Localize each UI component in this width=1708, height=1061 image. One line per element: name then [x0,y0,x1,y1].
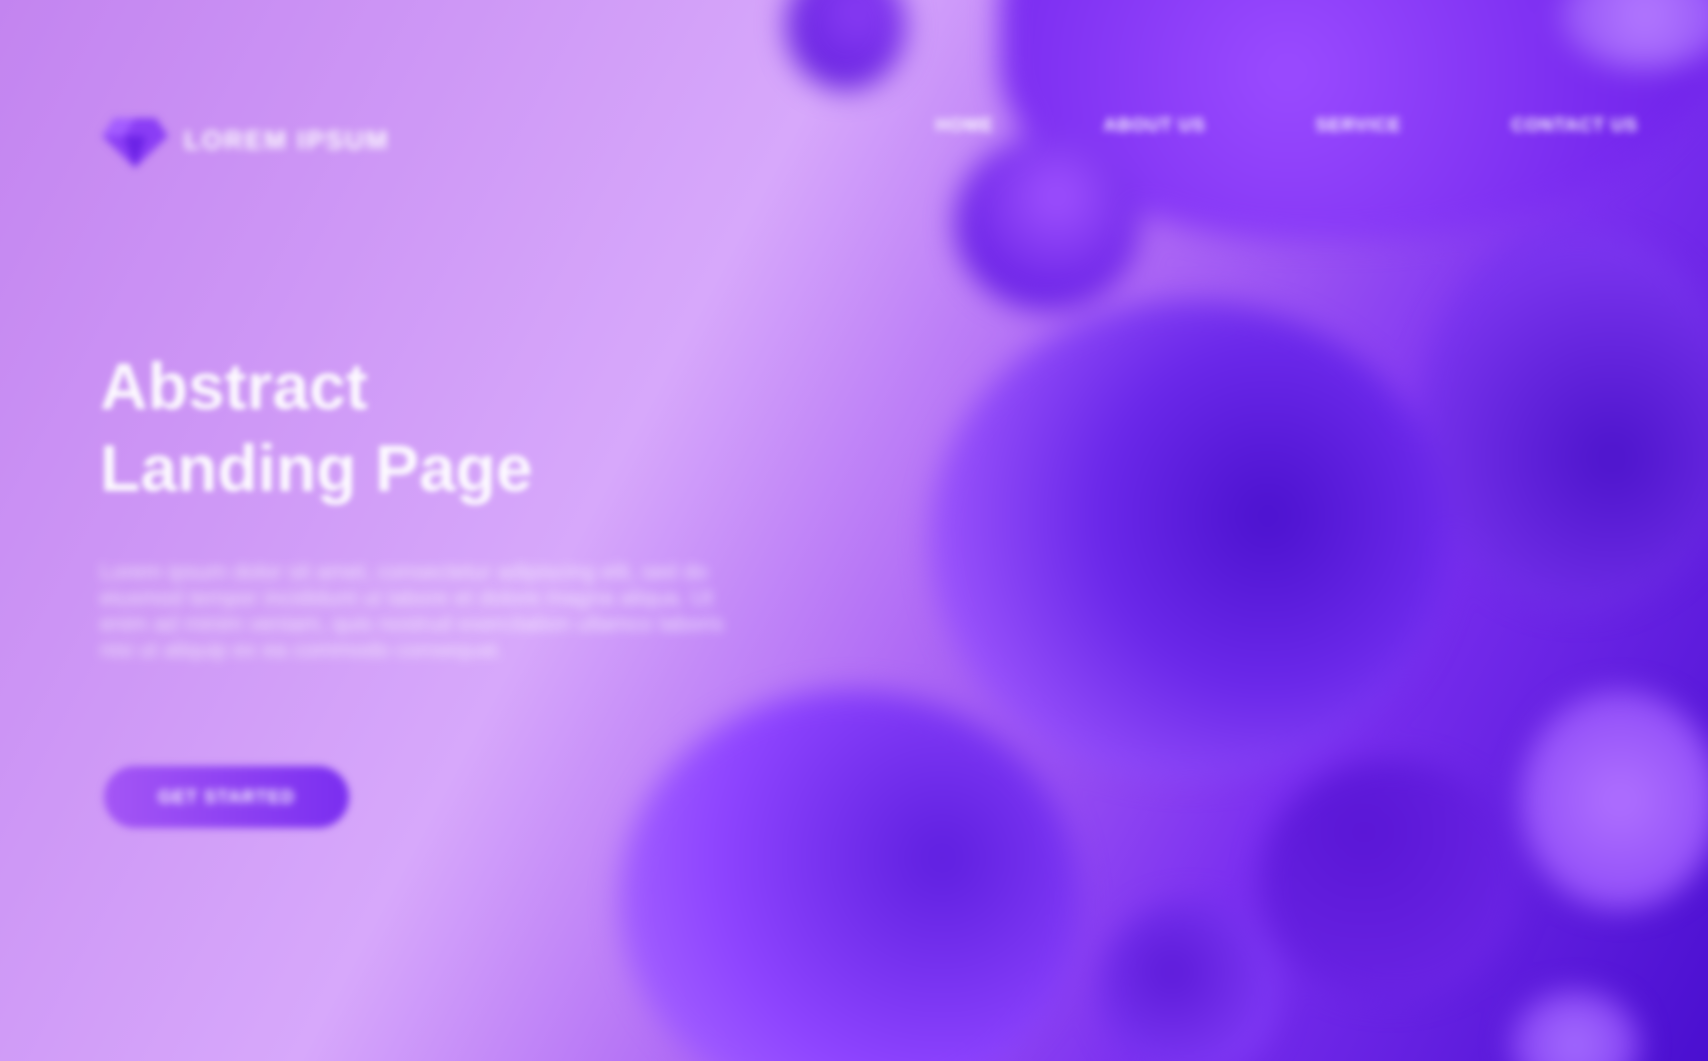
background-blob [1260,760,1520,1000]
background-blob [1520,690,1708,910]
background-blob [1100,900,1280,1061]
background-blob [1420,230,1708,610]
hero-section: Abstract Landing Page Lorem ipsum dolor … [100,345,750,663]
site-header: LOREM IPSUM HOME ABOUT US SERVICE CONTAC… [100,100,1638,180]
brand-logo[interactable]: LOREM IPSUM [100,110,389,170]
nav-about-us[interactable]: ABOUT US [1104,115,1206,136]
hero-title-line2: Landing Page [100,431,533,505]
hero-title-line1: Abstract [100,349,368,423]
main-nav: HOME ABOUT US SERVICE CONTACT US [936,115,1638,136]
background-blob [930,300,1450,780]
landing-page: LOREM IPSUM HOME ABOUT US SERVICE CONTAC… [0,0,1708,1061]
nav-service[interactable]: SERVICE [1316,115,1402,136]
background-blob [786,0,906,90]
brand-name: LOREM IPSUM [184,124,390,155]
get-started-button[interactable]: GET STARTED [104,766,349,828]
gem-icon [100,110,170,170]
background-blob [1510,990,1640,1061]
hero-description: Lorem ipsum dolor sit amet, consectetur … [100,559,724,662]
nav-contact-us[interactable]: CONTACT US [1511,115,1638,136]
background-blob [620,690,1080,1061]
nav-home[interactable]: HOME [936,115,994,136]
hero-title: Abstract Landing Page [100,345,750,509]
